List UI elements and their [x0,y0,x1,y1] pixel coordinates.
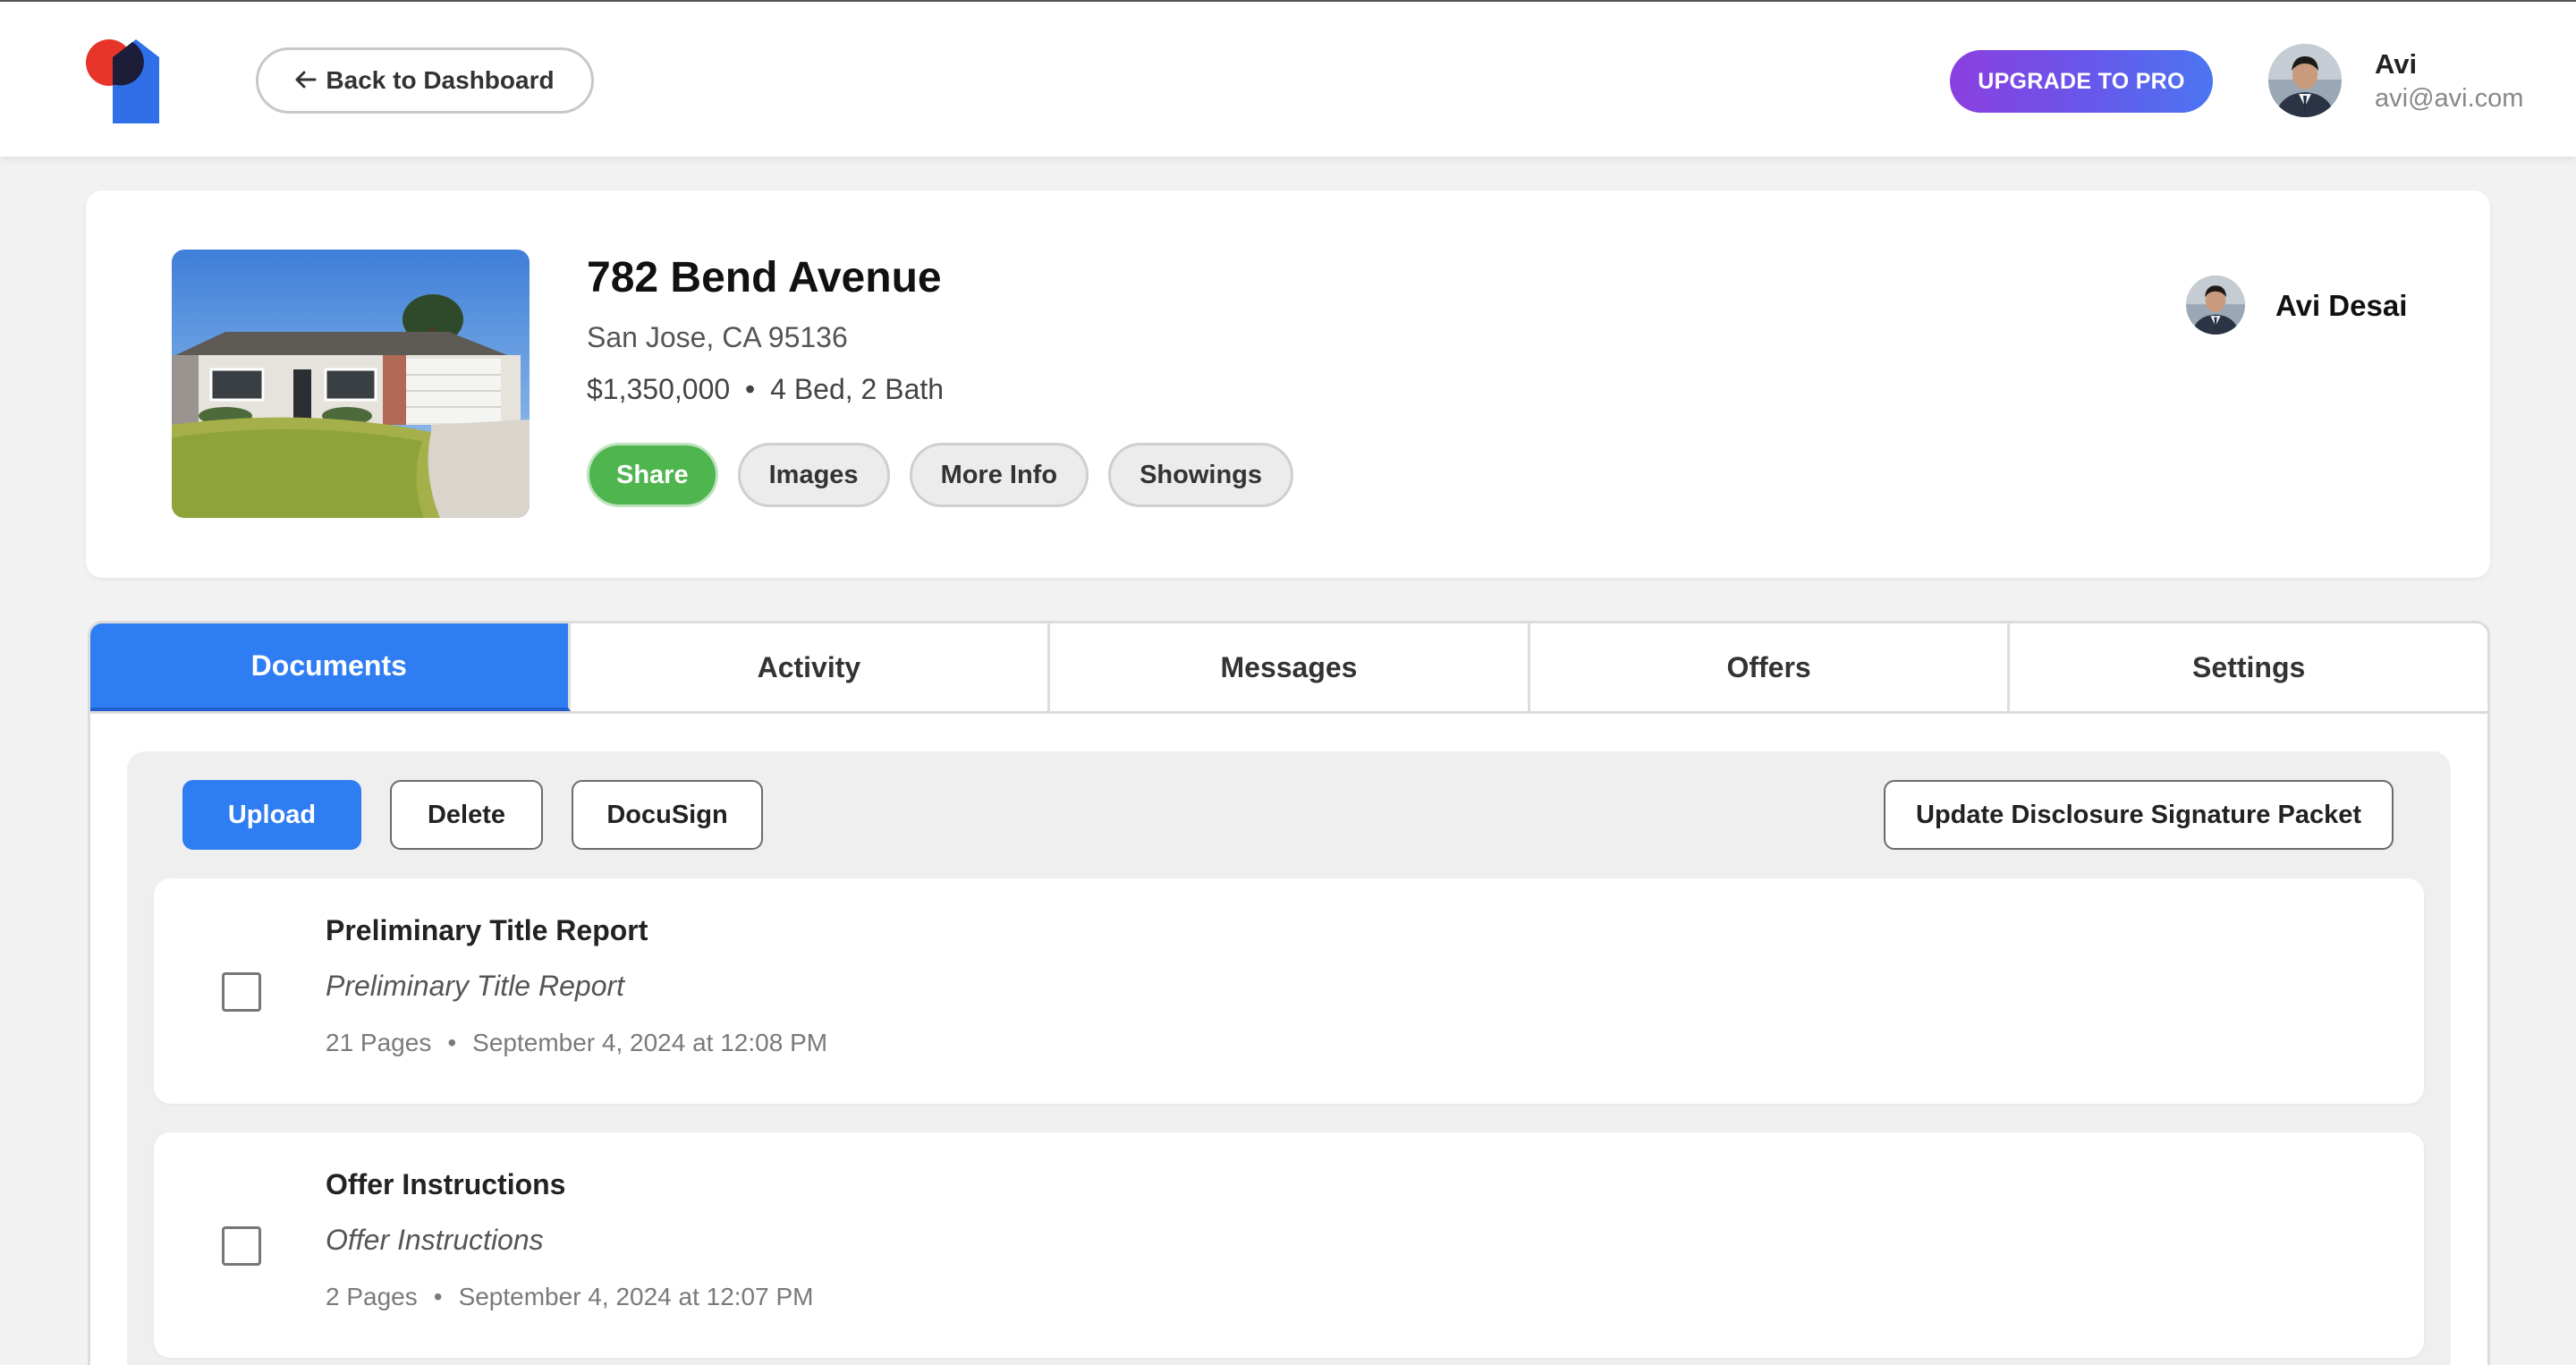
property-photo[interactable] [172,250,530,518]
user-avatar[interactable] [2268,44,2342,117]
document-subtitle: Preliminary Title Report [326,970,625,1002]
top-navigation-bar: Back to Dashboard UPGRADE TO PRO Avi avi… [0,0,2576,157]
update-disclosure-packet-button[interactable]: Update Disclosure Signature Packet [1884,780,2394,850]
bullet-separator: • [433,1283,443,1310]
images-button[interactable]: Images [737,443,890,507]
document-date: September 4, 2024 at 12:07 PM [458,1283,814,1310]
document-page-count: 2 Pages [326,1283,418,1310]
docusign-button[interactable]: DocuSign [572,780,763,850]
property-beds-baths: 4 Bed, 2 Bath [770,373,945,405]
delete-button[interactable]: Delete [390,780,543,850]
app-logo-icon[interactable] [86,38,181,123]
document-row[interactable]: Preliminary Title Report Preliminary Tit… [154,878,2424,1104]
user-email: avi@avi.com [2375,84,2524,113]
share-button[interactable]: Share [587,443,718,507]
document-title[interactable]: Preliminary Title Report [326,914,648,947]
agent-name[interactable]: Avi Desai [2275,289,2407,323]
tab-offers[interactable]: Offers [1530,623,2011,711]
document-checkbox[interactable] [222,972,261,1012]
document-meta: 2 Pages • September 4, 2024 at 12:07 PM [326,1283,813,1311]
document-row[interactable]: Offer Instructions Offer Instructions 2 … [154,1132,2424,1358]
property-summary-card: 782 Bend Avenue San Jose, CA 95136 $1,35… [86,191,2490,578]
bullet-separator: • [745,373,756,405]
user-name: Avi [2375,48,2418,80]
arrow-left-icon [295,66,317,95]
showings-button[interactable]: Showings [1108,443,1294,507]
tab-activity[interactable]: Activity [571,623,1051,711]
document-date: September 4, 2024 at 12:08 PM [472,1029,828,1056]
tab-documents[interactable]: Documents [90,623,571,711]
property-action-buttons: Share Images More Info Showings [587,443,1294,507]
bullet-separator: • [447,1029,457,1056]
property-city: San Jose, CA 95136 [587,321,848,353]
document-title[interactable]: Offer Instructions [326,1168,565,1201]
upload-button[interactable]: Upload [182,780,361,850]
more-info-button[interactable]: More Info [909,443,1089,507]
property-tabs: Documents Activity Messages Offers Setti… [88,621,2490,714]
agent-avatar[interactable] [2186,276,2245,335]
upgrade-to-pro-button[interactable]: UPGRADE TO PRO [1950,50,2213,113]
tab-settings[interactable]: Settings [2010,623,2487,711]
back-to-dashboard-label: Back to Dashboard [326,66,555,94]
document-subtitle: Offer Instructions [326,1224,544,1256]
property-address-title: 782 Bend Avenue [587,254,942,301]
property-price: $1,350,000 [587,373,731,405]
property-facts: $1,350,000 • 4 Bed, 2 Bath [587,373,944,406]
tab-messages[interactable]: Messages [1050,623,1530,711]
document-checkbox[interactable] [222,1226,261,1266]
document-page-count: 21 Pages [326,1029,432,1056]
back-to-dashboard-button[interactable]: Back to Dashboard [256,47,594,114]
document-meta: 21 Pages • September 4, 2024 at 12:08 PM [326,1029,827,1057]
